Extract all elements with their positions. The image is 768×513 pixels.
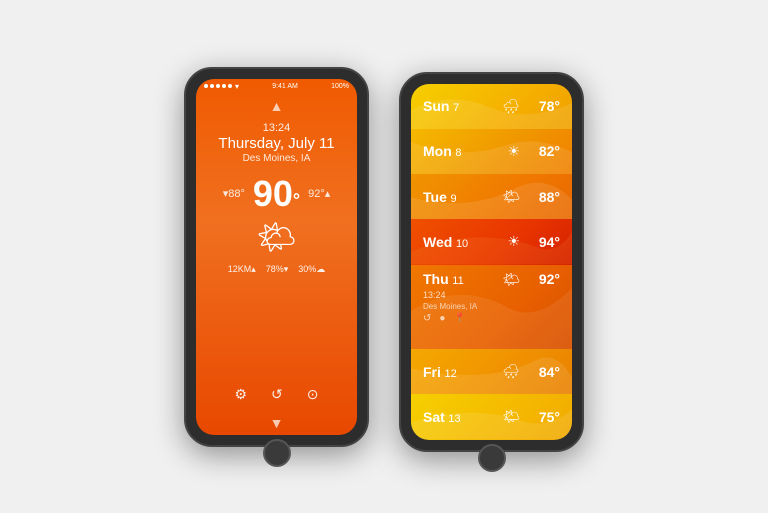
status-time: 9:41 AM <box>272 83 298 90</box>
battery-indicator: 100% <box>331 83 349 90</box>
temp-main: 90° <box>253 176 300 212</box>
forecast-row-mon[interactable]: Mon 8 ☀ 82° <box>411 129 572 174</box>
humidity-stat: 78%▾ <box>266 264 289 275</box>
temperature-row: ▾88° 90° 92°▴ <box>223 176 331 212</box>
temp-high: 92°▴ <box>308 187 330 200</box>
thu-time: 13:24 <box>423 290 446 300</box>
forecast-row-sat[interactable]: Sat 13 🌤 75° <box>411 394 572 439</box>
left-screen: ▾ 9:41 AM 100% ▲ 13:24 Thursday, July 11… <box>196 79 357 435</box>
weather-stats: 12KM▴ 78%▾ 30%☁ <box>228 264 326 275</box>
settings-icon[interactable]: ⚙ <box>234 386 247 403</box>
forecast-row-wed[interactable]: Wed 10 ☀ 94° <box>411 219 572 264</box>
signal-dot-2 <box>210 84 214 88</box>
thu-location: Des Moines, IA <box>423 302 477 311</box>
wind-stat: 12KM▴ <box>228 264 256 275</box>
thu-icon-pin[interactable]: 📍 <box>453 313 465 324</box>
weather-date-block: 13:24 Thursday, July 11 Des Moines, IA <box>218 122 334 164</box>
signal-dot-1 <box>204 84 208 88</box>
bottom-navigation: ⚙ ↺ ⊙ <box>234 386 318 403</box>
wifi-icon: ▾ <box>235 82 239 91</box>
signal-dot-4 <box>222 84 226 88</box>
right-screen: Sun 7 🌧 78° Mon 8 ☀ 82° <box>411 84 572 440</box>
nav-up-arrow[interactable]: ▲ <box>270 98 284 114</box>
location-icon[interactable]: ⊙ <box>307 386 319 403</box>
forecast-row-thu[interactable]: Thu 11 🌤 92° 13:24 Des Moines, IA ↺ ● <box>411 265 572 349</box>
current-time: 13:24 <box>218 122 334 134</box>
right-phone: Sun 7 🌧 78° Mon 8 ☀ 82° <box>399 72 584 452</box>
status-bar: ▾ 9:41 AM 100% <box>196 79 357 94</box>
home-button[interactable] <box>263 439 291 467</box>
forecast-row-sun[interactable]: Sun 7 🌧 78° <box>411 84 572 129</box>
forecast-row-fri[interactable]: Fri 12 🌧 84° <box>411 349 572 394</box>
signal-dot-3 <box>216 84 220 88</box>
current-day: Thursday, July 11 <box>218 135 334 152</box>
current-location: Des Moines, IA <box>218 153 334 164</box>
signal-dot-5 <box>228 84 232 88</box>
cloud-stat: 30%☁ <box>298 264 325 275</box>
left-phone: ▾ 9:41 AM 100% ▲ 13:24 Thursday, July 11… <box>184 67 369 447</box>
weather-icon: 🌤 <box>256 218 297 256</box>
main-weather-screen: ▾ 9:41 AM 100% ▲ 13:24 Thursday, July 11… <box>196 79 357 435</box>
home-button-right[interactable] <box>478 444 506 472</box>
refresh-icon[interactable]: ↺ <box>271 386 283 403</box>
thu-sub-info: Des Moines, IA <box>423 302 477 311</box>
temp-low: ▾88° <box>223 187 245 200</box>
thu-details: 13:24 Des Moines, IA ↺ ● 📍 <box>423 290 477 324</box>
thu-icon-circle: ● <box>439 313 445 324</box>
thu-icon-refresh[interactable]: ↺ <box>423 313 431 324</box>
forecast-row-tue[interactable]: Tue 9 🌤 88° <box>411 174 572 219</box>
forecast-screen: Sun 7 🌧 78° Mon 8 ☀ 82° <box>411 84 572 440</box>
nav-down-arrow[interactable]: ▼ <box>270 415 284 431</box>
